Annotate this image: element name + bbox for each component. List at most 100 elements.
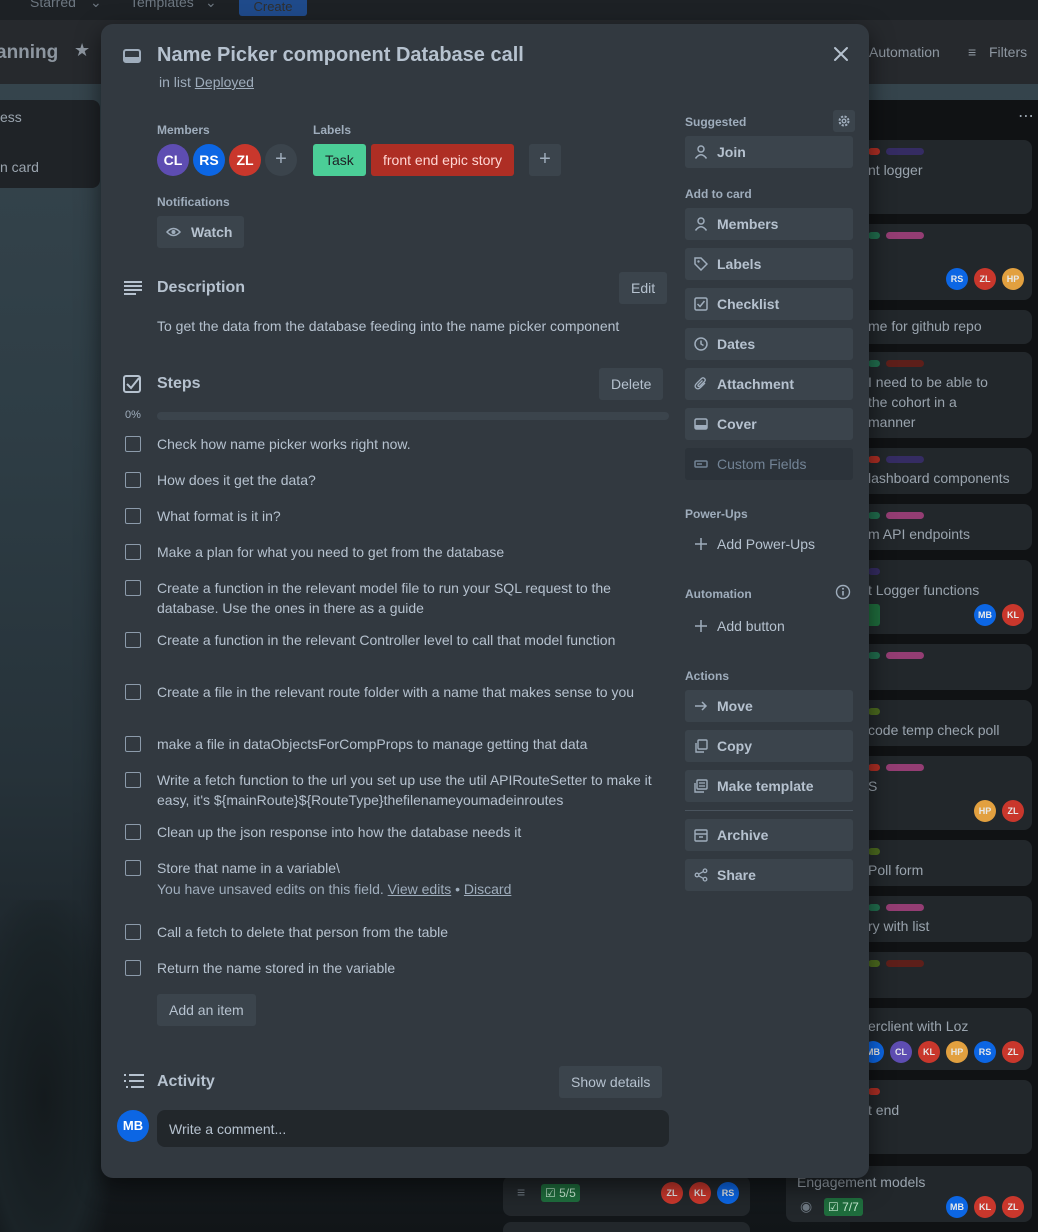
checklist-item-text[interactable]: Create a function in the relevant model …	[157, 578, 657, 618]
label-chip[interactable]: Task	[313, 144, 366, 176]
checkbox[interactable]	[125, 824, 141, 840]
checklist-item-text[interactable]: What format is it in?	[157, 506, 657, 526]
card[interactable]: nt logger	[858, 140, 1032, 214]
close-button[interactable]	[825, 38, 857, 70]
checklist-item-text[interactable]: How does it get the data?	[157, 470, 657, 490]
checkbox[interactable]	[125, 472, 141, 488]
watch-label: Watch	[191, 224, 233, 240]
automation-button[interactable]: Automation	[869, 44, 940, 60]
archive-button[interactable]: Archive	[685, 819, 853, 851]
checkbox[interactable]	[125, 960, 141, 976]
checklist-item-text[interactable]: Call a fetch to delete that person from …	[157, 922, 657, 942]
paperclip-icon	[694, 377, 708, 391]
custom-fields-button[interactable]: Custom Fields	[685, 448, 853, 480]
card-label	[868, 360, 880, 367]
add-button-button[interactable]: Add button	[685, 610, 853, 642]
checkbox[interactable]	[125, 436, 141, 452]
checklist-title[interactable]: Steps	[157, 375, 201, 393]
checklist-item-text[interactable]: make a file in dataObjectsForCompProps t…	[157, 734, 657, 754]
wallpaper-trees	[0, 900, 110, 1232]
add-card-button[interactable]: n card	[0, 159, 39, 175]
card[interactable]: ry with list	[858, 896, 1032, 942]
avatar[interactable]: ZL	[229, 144, 261, 176]
cover-icon	[694, 417, 708, 431]
card[interactable]: me for github repo	[858, 310, 1032, 344]
chevron-down-icon: ⌄	[90, 0, 102, 10]
checklist-item-text[interactable]: Create a function in the relevant Contro…	[157, 630, 657, 650]
avatar[interactable]: RS	[193, 144, 225, 176]
show-details-button[interactable]: Show details	[559, 1066, 663, 1098]
checklist-item-text[interactable]: Write a fetch function to the url you se…	[157, 770, 657, 810]
checkbox[interactable]	[125, 544, 141, 560]
watch-button[interactable]: Watch	[157, 216, 245, 248]
card[interactable]: t end	[858, 1080, 1032, 1154]
checklist-item-text[interactable]: Create a file in the relevant route fold…	[157, 682, 657, 702]
star-icon[interactable]: ★	[74, 40, 90, 61]
nav-starred[interactable]: Starred	[30, 0, 76, 10]
discard-link[interactable]: Discard	[464, 881, 511, 897]
cover-button[interactable]: Cover	[685, 408, 853, 440]
card[interactable]: erclient with Loz MB CL KL HP RS ZL	[858, 1008, 1032, 1070]
checklist-item-text[interactable]: Clean up the json response into how the …	[157, 822, 657, 842]
share-button[interactable]: Share	[685, 859, 853, 891]
card-title[interactable]: Name Picker component Database call	[157, 44, 524, 67]
members-button[interactable]: Members	[685, 208, 853, 240]
attachment-button[interactable]: Attachment	[685, 368, 853, 400]
card[interactable]	[858, 952, 1032, 998]
nav-templates[interactable]: Templates	[130, 0, 194, 10]
comment-input[interactable]	[157, 1110, 669, 1147]
checklist-item-text[interactable]: Return the name stored in the variable	[157, 958, 657, 978]
checkbox[interactable]	[125, 580, 141, 596]
move-button[interactable]: Move	[685, 690, 853, 722]
list-link[interactable]: Deployed	[195, 74, 254, 90]
card[interactable]	[503, 1222, 750, 1232]
checkbox[interactable]	[125, 508, 141, 524]
create-button[interactable]: Create	[239, 0, 307, 16]
card[interactable]: code temp check poll	[858, 700, 1032, 746]
make-template-button[interactable]: Make template	[685, 770, 853, 802]
checkbox[interactable]	[125, 924, 141, 940]
checklist-item-text[interactable]: Make a plan for what you need to get fro…	[157, 542, 657, 562]
avatar[interactable]: CL	[157, 144, 189, 176]
list-menu-icon[interactable]: ⋯	[1018, 106, 1034, 126]
card[interactable]: RS ZL HP	[858, 224, 1032, 300]
board-title[interactable]: anning	[0, 42, 58, 64]
checklist-item-text[interactable]: Check how name picker works right now.	[157, 434, 657, 454]
checklist-item-text[interactable]: Store that name in a variable\	[157, 858, 657, 878]
card[interactable]: ≡ ☑ 5/5 ZL KL RS	[503, 1176, 750, 1216]
checkbox[interactable]	[125, 860, 141, 876]
info-icon[interactable]	[835, 584, 851, 600]
filter-icon[interactable]: ≡	[968, 44, 976, 60]
description-text[interactable]: To get the data from the database feedin…	[157, 318, 619, 334]
checklist-icon	[694, 297, 708, 311]
card[interactable]: S HP ZL	[858, 756, 1032, 830]
view-edits-link[interactable]: View edits	[388, 881, 452, 897]
dates-button[interactable]: Dates	[685, 328, 853, 360]
card[interactable]: lashboard components	[858, 448, 1032, 494]
add-powerups-button[interactable]: Add Power-Ups	[685, 528, 853, 560]
settings-button[interactable]	[833, 110, 855, 132]
avatar[interactable]: MB	[117, 1110, 149, 1142]
card[interactable]: Poll form	[858, 840, 1032, 886]
add-label-button[interactable]: +	[529, 144, 561, 176]
checkbox[interactable]	[125, 632, 141, 648]
checkbox[interactable]	[125, 772, 141, 788]
labels-button[interactable]: Labels	[685, 248, 853, 280]
join-button[interactable]: Join	[685, 136, 853, 168]
card[interactable]: I need to be able to the cohort in a man…	[858, 352, 1032, 438]
card[interactable]	[858, 644, 1032, 690]
delete-checklist-button[interactable]: Delete	[599, 368, 664, 400]
checkbox[interactable]	[125, 684, 141, 700]
checklist-button[interactable]: Checklist	[685, 288, 853, 320]
add-item-button[interactable]: Add an item	[157, 994, 256, 1026]
add-member-button[interactable]: +	[265, 144, 297, 176]
checkbox[interactable]	[125, 736, 141, 752]
label-chip[interactable]: front end epic story	[371, 144, 515, 176]
card[interactable]: m API endpoints	[858, 504, 1032, 550]
edit-description-button[interactable]: Edit	[619, 272, 668, 304]
card[interactable]: t Logger functions MB KL	[858, 560, 1032, 634]
filters-button[interactable]: Filters	[989, 44, 1027, 60]
copy-button[interactable]: Copy	[685, 730, 853, 762]
in-list-text: in list Deployed	[159, 74, 254, 90]
card-label	[868, 904, 880, 911]
